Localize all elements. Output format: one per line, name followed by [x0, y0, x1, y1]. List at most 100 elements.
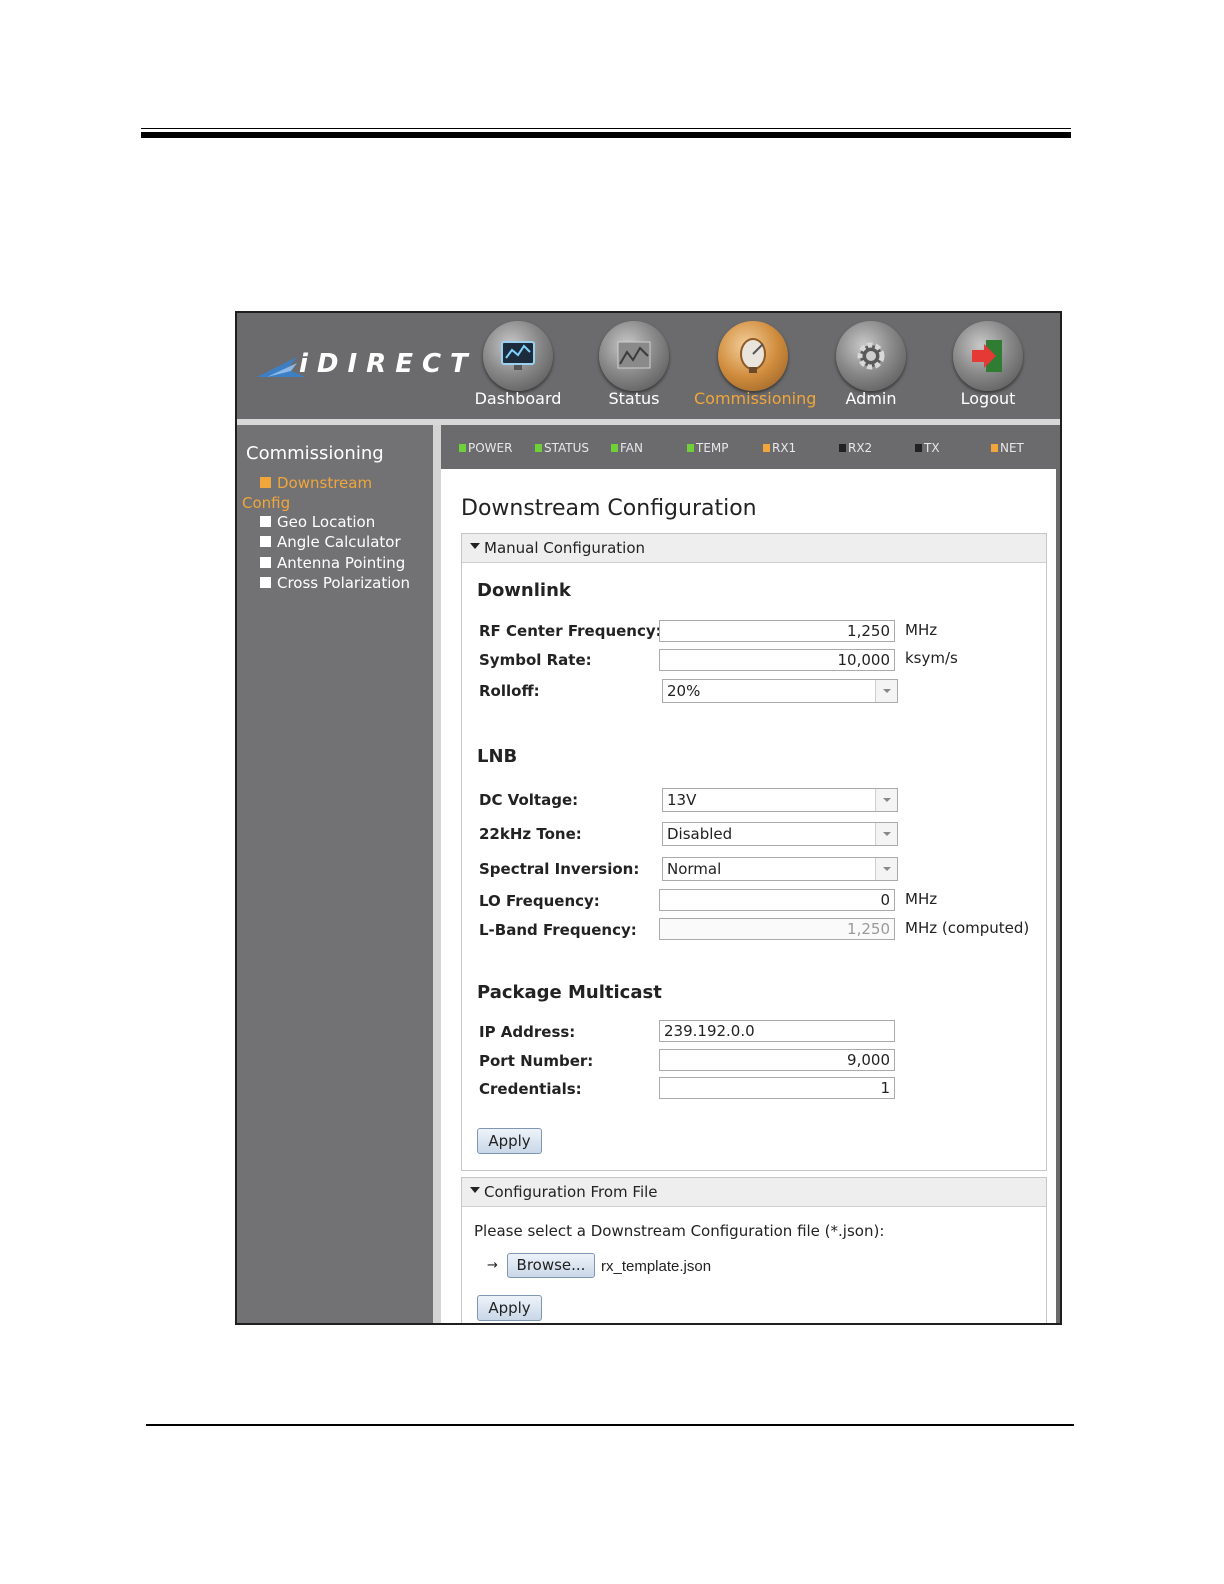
- sidebar-item-label: Geo Location: [277, 513, 376, 531]
- led-net: NET: [991, 441, 1024, 455]
- square-bullet-icon: [260, 477, 271, 488]
- sidebar-item-cross-polarization[interactable]: Cross Polarization: [260, 573, 410, 593]
- led-power: POWER: [459, 441, 512, 455]
- led-dot-icon: [687, 444, 694, 452]
- apply-manual-button[interactable]: Apply: [477, 1128, 542, 1154]
- nav-label: Admin: [845, 389, 897, 408]
- port-number-label: Port Number:: [479, 1052, 594, 1070]
- square-bullet-icon: [260, 577, 271, 588]
- led-dot-icon: [915, 444, 922, 452]
- sidebar-item-label: Angle Calculator: [277, 533, 401, 551]
- manual-config-header[interactable]: Manual Configuration: [462, 534, 1046, 563]
- nav-label: Logout: [960, 389, 1016, 408]
- symbol-rate-input[interactable]: 10,000: [659, 649, 895, 671]
- nav-commissioning[interactable]: Commissioning: [694, 321, 817, 417]
- tone-22khz-selected-value: Disabled: [667, 825, 733, 843]
- l-band-frequency-unit: MHz (computed): [905, 919, 1030, 937]
- led-dot-icon: [459, 444, 466, 452]
- nav-logout[interactable]: Logout: [929, 321, 1047, 417]
- panel-title: Configuration From File: [484, 1183, 658, 1201]
- square-bullet-icon: [260, 557, 271, 568]
- port-number-input[interactable]: 9,000: [659, 1049, 895, 1071]
- collapse-caret-icon: [470, 543, 480, 549]
- tone-22khz-select[interactable]: Disabled: [662, 822, 898, 846]
- nav-label: Commissioning: [694, 389, 817, 408]
- dropdown-arrow-icon[interactable]: [875, 858, 897, 880]
- logo-text: iDIRECT: [299, 349, 477, 379]
- browse-button[interactable]: Browse...: [507, 1253, 595, 1278]
- spectral-inversion-selected-value: Normal: [667, 860, 722, 878]
- led-temp: TEMP: [687, 441, 729, 455]
- led-tx: TX: [915, 441, 940, 455]
- config-page: Downstream Configuration Manual Configur…: [445, 469, 1056, 1323]
- section-title-downlink: Downlink: [477, 580, 571, 601]
- satellite-dish-icon: [718, 321, 788, 391]
- credentials-label: Credentials:: [479, 1080, 582, 1098]
- ip-address-label: IP Address:: [479, 1023, 576, 1041]
- rf-center-frequency-label: RF Center Frequency:: [479, 622, 662, 640]
- status-led-bar: POWER STATUS FAN TEMP RX1 RX2 TX NET: [441, 425, 1060, 469]
- l-band-frequency-label: L-Band Frequency:: [479, 921, 637, 939]
- sidebar-item-label-line2: Config: [242, 494, 291, 512]
- page-top-rule-thin: [141, 128, 1071, 129]
- led-status: STATUS: [535, 441, 589, 455]
- led-fan: FAN: [611, 441, 643, 455]
- sidebar-item-antenna-pointing[interactable]: Antenna Pointing: [260, 553, 405, 573]
- rolloff-label: Rolloff:: [479, 682, 540, 700]
- dropdown-arrow-icon[interactable]: [875, 789, 897, 811]
- led-dot-icon: [991, 444, 998, 452]
- page-bottom-rule: [146, 1424, 1074, 1426]
- rf-center-frequency-input[interactable]: 1,250: [659, 620, 895, 642]
- gear-icon: [836, 321, 906, 391]
- l-band-frequency-output: 1,250: [659, 918, 895, 940]
- dc-voltage-label: DC Voltage:: [479, 791, 579, 809]
- symbol-rate-unit: ksym/s: [905, 649, 958, 667]
- led-dot-icon: [535, 444, 542, 452]
- rolloff-selected-value: 20%: [667, 682, 701, 700]
- main-content: POWER STATUS FAN TEMP RX1 RX2 TX NET Dow…: [441, 425, 1060, 1323]
- arrow-right-icon: →: [487, 1258, 498, 1273]
- sidebar-item-angle-calculator[interactable]: Angle Calculator: [260, 532, 401, 552]
- dropdown-arrow-icon[interactable]: [875, 680, 897, 702]
- manual-config-panel: Manual Configuration Downlink RF Center …: [461, 533, 1047, 1171]
- tone-22khz-label: 22kHz Tone:: [479, 825, 582, 843]
- main-right-frame: [1056, 469, 1060, 1323]
- spectral-inversion-select[interactable]: Normal: [662, 857, 898, 881]
- nav-status[interactable]: Status: [575, 321, 693, 417]
- file-config-panel: Configuration From File Please select a …: [461, 1177, 1047, 1323]
- sidebar-title: Commissioning: [246, 443, 384, 464]
- apply-file-button[interactable]: Apply: [477, 1295, 542, 1321]
- section-title-package-multicast: Package Multicast: [477, 982, 662, 1003]
- spectral-inversion-label: Spectral Inversion:: [479, 860, 640, 878]
- credentials-input[interactable]: 1: [659, 1077, 895, 1099]
- chart-icon: [599, 321, 669, 391]
- section-title-lnb: LNB: [477, 746, 518, 767]
- sidebar: Commissioning Downstream Config Geo Locat…: [237, 425, 433, 1323]
- led-dot-icon: [839, 444, 846, 452]
- dropdown-arrow-icon[interactable]: [875, 823, 897, 845]
- monitor-icon: [483, 321, 553, 391]
- idirect-web-ui: iDIRECT Dashboard Status Commissioning A…: [235, 311, 1062, 1325]
- led-dot-icon: [611, 444, 618, 452]
- sidebar-splitter[interactable]: [433, 425, 441, 1323]
- file-config-header[interactable]: Configuration From File: [462, 1178, 1046, 1207]
- logout-icon: [953, 321, 1023, 391]
- rolloff-select[interactable]: 20%: [662, 679, 898, 703]
- lo-frequency-label: LO Frequency:: [479, 892, 600, 910]
- dc-voltage-select[interactable]: 13V: [662, 788, 898, 812]
- nav-label: Dashboard: [474, 389, 562, 408]
- symbol-rate-label: Symbol Rate:: [479, 651, 592, 669]
- page-top-rule: [141, 132, 1071, 138]
- sidebar-item-geo-location[interactable]: Geo Location: [260, 512, 375, 532]
- page-title: Downstream Configuration: [461, 496, 757, 521]
- ip-address-input[interactable]: 239.192.0.0: [659, 1020, 895, 1042]
- top-header: iDIRECT Dashboard Status Commissioning A…: [237, 313, 1060, 419]
- nav-dashboard[interactable]: Dashboard: [459, 321, 577, 417]
- lo-frequency-input[interactable]: 0: [659, 889, 895, 911]
- sidebar-item-downstream-config[interactable]: Downstream Config: [242, 473, 373, 513]
- rf-center-frequency-unit: MHz: [905, 621, 938, 639]
- lo-frequency-unit: MHz: [905, 890, 938, 908]
- nav-admin[interactable]: Admin: [812, 321, 930, 417]
- sidebar-item-label: Downstream: [277, 474, 373, 492]
- collapse-caret-icon: [470, 1187, 480, 1193]
